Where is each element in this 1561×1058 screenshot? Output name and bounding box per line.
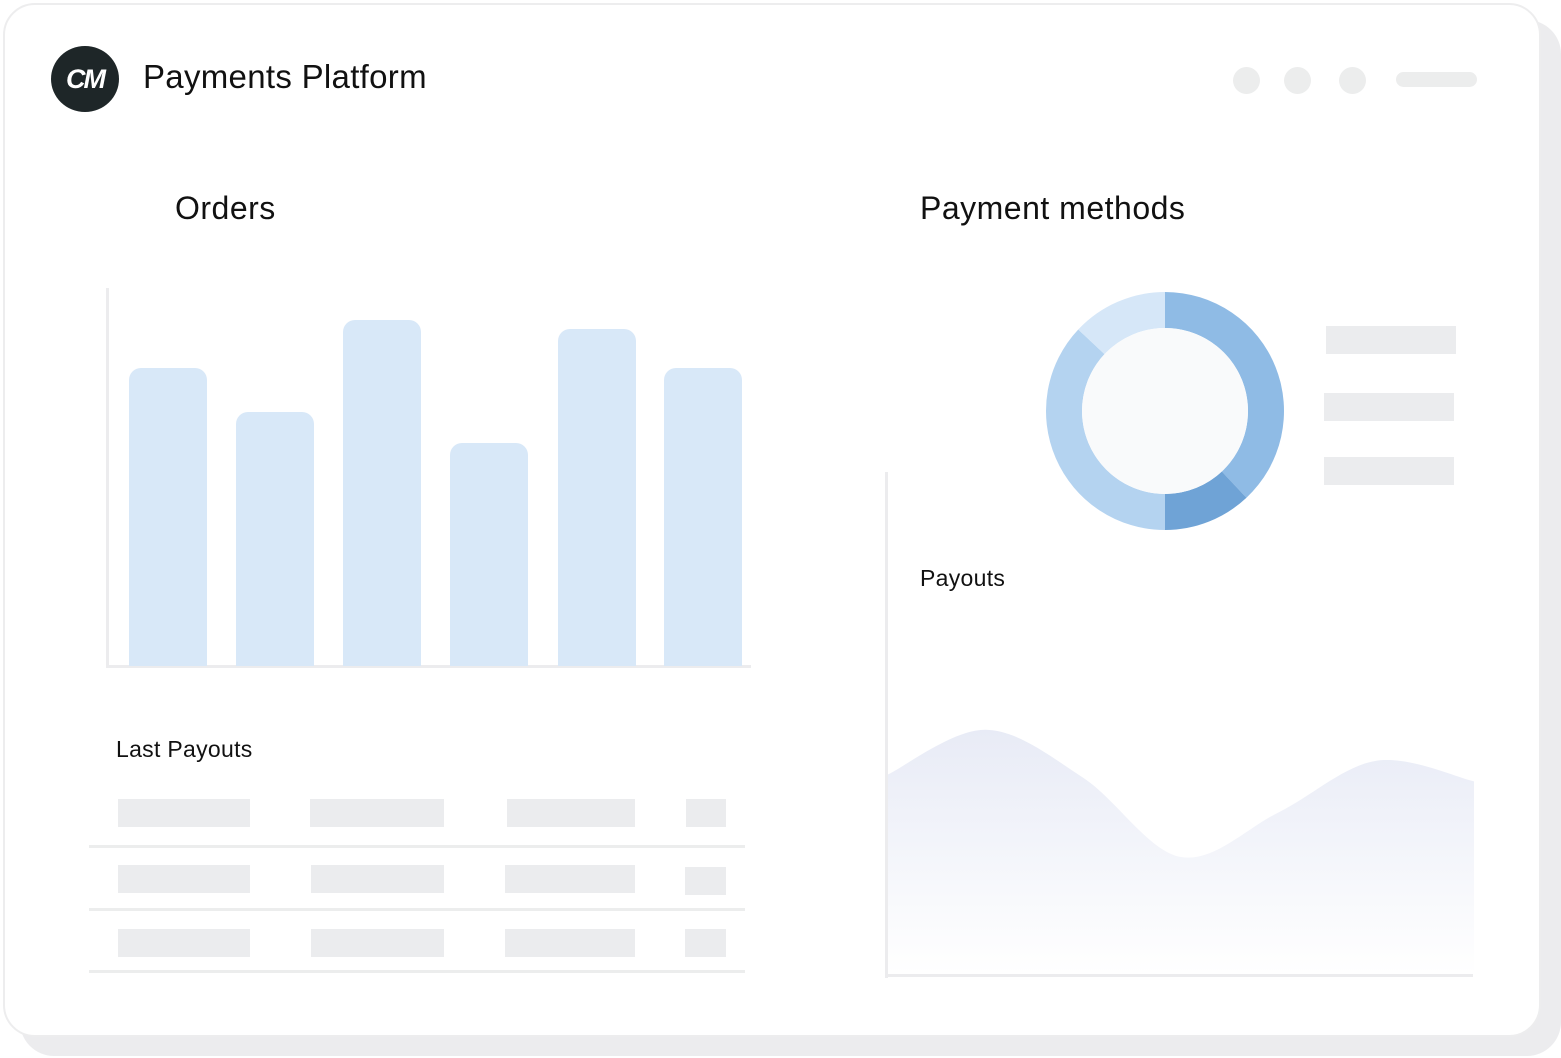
- table-cell-r1-c2: [310, 799, 444, 827]
- logo-text: CM: [66, 63, 106, 94]
- payouts-area-series: [888, 729, 1474, 974]
- orders-bar-2[interactable]: [236, 412, 314, 666]
- orders-bar-3[interactable]: [343, 320, 421, 666]
- window-control-dot-3[interactable]: [1339, 67, 1366, 94]
- table-cell-r3-c4: [685, 929, 726, 957]
- legend-item-1: [1326, 326, 1456, 354]
- payouts-area-chart: [888, 729, 1474, 974]
- app-title: Payments Platform: [143, 58, 427, 95]
- legend-item-2: [1324, 393, 1454, 421]
- table-cell-r2-c4: [685, 867, 726, 895]
- window-control-dot-2[interactable]: [1284, 67, 1311, 94]
- orders-title: Orders: [175, 190, 276, 226]
- window-control-dot-1[interactable]: [1233, 67, 1260, 94]
- last-payouts-title: Last Payouts: [116, 736, 253, 762]
- table-cell-r3-c3: [505, 929, 635, 957]
- payouts-x-axis: [885, 974, 1473, 977]
- orders-bar-1[interactable]: [129, 368, 207, 666]
- window-control-bar[interactable]: [1396, 72, 1477, 87]
- table-cell-r1-c1: [118, 799, 250, 827]
- payment-methods-donut-chart: [1046, 292, 1284, 530]
- table-cell-r2-c1: [118, 865, 250, 893]
- orders-bar-5[interactable]: [558, 329, 636, 666]
- payouts-title: Payouts: [920, 565, 1006, 591]
- table-row-divider-2: [89, 908, 745, 911]
- table-row-divider-1: [89, 845, 745, 848]
- legend-item-3: [1324, 457, 1454, 485]
- table-cell-r1-c4: [686, 799, 726, 827]
- table-cell-r3-c2: [311, 929, 444, 957]
- table-cell-r2-c3: [505, 865, 635, 893]
- orders-y-axis: [106, 288, 109, 668]
- payment-methods-title: Payment methods: [920, 190, 1186, 226]
- cm-logo-icon[interactable]: CM: [51, 46, 119, 112]
- orders-bar-6[interactable]: [664, 368, 742, 666]
- orders-bar-4[interactable]: [450, 443, 528, 666]
- table-cell-r1-c3: [507, 799, 635, 827]
- table-cell-r3-c1: [118, 929, 250, 957]
- donut-center: [1082, 328, 1248, 494]
- table-row-divider-3: [89, 970, 745, 973]
- table-cell-r2-c2: [311, 865, 444, 893]
